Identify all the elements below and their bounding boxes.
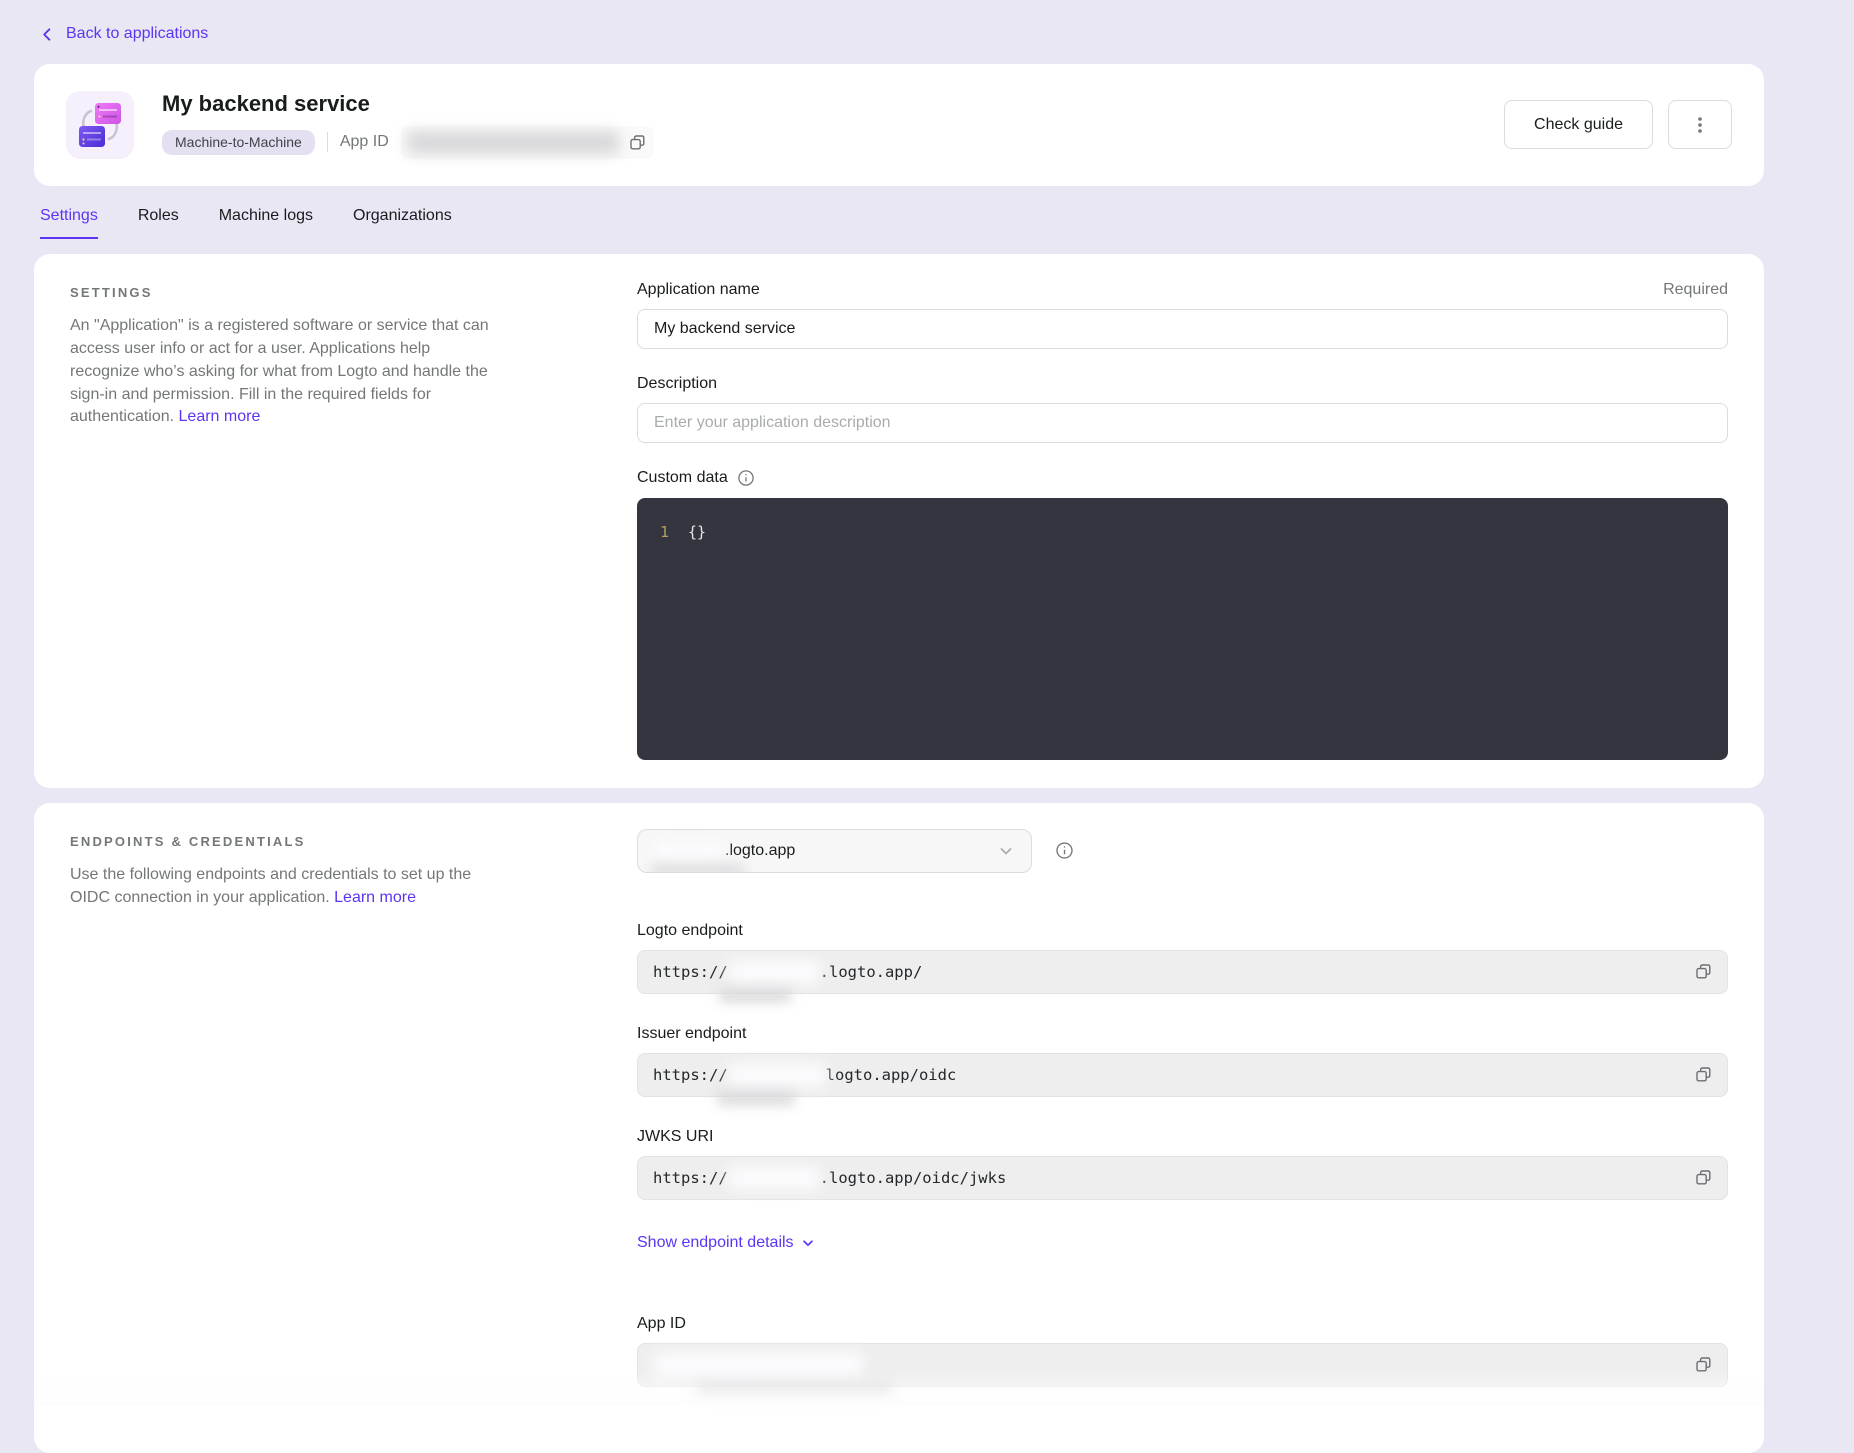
app-id-redacted-value: [407, 131, 619, 154]
logto-endpoint-row: Logto endpoint https:// .logto.app/: [637, 921, 1728, 994]
custom-data-row: Custom data 1 {}: [637, 468, 1728, 760]
issuer-endpoint-prefix: https://: [653, 1066, 728, 1084]
custom-data-code-editor[interactable]: 1 {}: [637, 498, 1728, 760]
tab-machine-logs[interactable]: Machine logs: [219, 207, 313, 239]
show-endpoint-details-link[interactable]: Show endpoint details: [637, 1234, 815, 1252]
endpoints-credentials-card: ENDPOINTS & CREDENTIALS Use the followin…: [34, 803, 1764, 1453]
header-actions: Check guide: [1504, 100, 1732, 149]
application-name-row: Application name Required: [637, 280, 1728, 349]
settings-card: SETTINGS An "Application" is a registere…: [34, 254, 1764, 788]
copy-icon[interactable]: [629, 134, 646, 151]
code-content: {}: [688, 522, 706, 542]
app-id-label: App ID: [340, 133, 389, 151]
chevron-down-icon: [801, 1236, 815, 1250]
description-input[interactable]: [637, 403, 1728, 443]
endpoints-form-column: .logto.app Logto endpoint: [637, 829, 1728, 1417]
issuer-endpoint-row: Issuer endpoint https:// logto.app/oidc: [637, 1024, 1728, 1097]
application-meta-row: Machine-to-Machine App ID: [162, 126, 654, 159]
endpoints-description-column: ENDPOINTS & CREDENTIALS Use the followin…: [70, 829, 490, 910]
jwks-uri-prefix: https://: [653, 1169, 728, 1187]
issuer-endpoint-redacted: [728, 1063, 826, 1087]
issuer-endpoint-label: Issuer endpoint: [637, 1025, 746, 1043]
jwks-uri-suffix: .logto.app/oidc/jwks: [820, 1169, 1007, 1187]
domain-select-row: .logto.app: [637, 829, 1728, 873]
application-name-label: Application name: [637, 281, 760, 299]
endpoints-section-title: ENDPOINTS & CREDENTIALS: [70, 834, 490, 849]
settings-form-column: Application name Required Description Cu…: [637, 280, 1728, 760]
issuer-endpoint-suffix: logto.app/oidc: [826, 1066, 957, 1084]
custom-data-label: Custom data: [637, 469, 728, 487]
logto-endpoint-redacted: [728, 960, 820, 984]
info-circle-icon[interactable]: [1055, 841, 1074, 860]
info-circle-icon[interactable]: [737, 469, 755, 487]
description-label: Description: [637, 375, 717, 393]
check-guide-button[interactable]: Check guide: [1504, 100, 1653, 149]
tab-roles[interactable]: Roles: [138, 207, 179, 239]
app-id-field: [637, 1343, 1728, 1387]
copy-icon[interactable]: [1695, 963, 1712, 980]
domain-select[interactable]: .logto.app: [637, 829, 1032, 873]
copy-icon[interactable]: [1695, 1169, 1712, 1186]
details-link-label: Show endpoint details: [637, 1234, 794, 1252]
application-header-info: My backend service Machine-to-Machine Ap…: [162, 91, 654, 159]
chevron-left-icon: [40, 27, 55, 42]
issuer-endpoint-field: https:// logto.app/oidc: [637, 1053, 1728, 1097]
domain-redacted-prefix: [655, 841, 723, 861]
description-row: Description: [637, 374, 1728, 443]
tab-bar: Settings Roles Machine logs Organization…: [40, 207, 1854, 239]
app-id-value-box: [401, 126, 654, 159]
logto-endpoint-suffix: .logto.app/: [820, 963, 923, 981]
application-title: My backend service: [162, 91, 654, 117]
settings-section-title: SETTINGS: [70, 285, 490, 300]
meta-divider: [327, 132, 328, 152]
tab-settings[interactable]: Settings: [40, 207, 98, 239]
application-header-card: My backend service Machine-to-Machine Ap…: [34, 64, 1764, 186]
copy-icon[interactable]: [1695, 1066, 1712, 1083]
back-link-label: Back to applications: [66, 25, 208, 43]
domain-select-value: .logto.app: [725, 842, 795, 860]
required-hint: Required: [1663, 281, 1728, 299]
more-actions-button[interactable]: [1668, 100, 1732, 149]
settings-description-text: An "Application" is a registered softwar…: [70, 317, 489, 426]
jwks-uri-redacted: [728, 1166, 820, 1190]
app-id-field-label: App ID: [637, 1315, 686, 1333]
jwks-uri-field: https:// .logto.app/oidc/jwks: [637, 1156, 1728, 1200]
logto-endpoint-prefix: https://: [653, 963, 728, 981]
logto-endpoint-field: https:// .logto.app/: [637, 950, 1728, 994]
settings-section-description: An "Application" is a registered softwar…: [70, 315, 490, 429]
application-name-input[interactable]: [637, 309, 1728, 349]
kebab-menu-icon: [1691, 115, 1709, 135]
back-to-applications-link[interactable]: Back to applications: [40, 25, 208, 43]
endpoints-section-description: Use the following endpoints and credenti…: [70, 864, 490, 910]
copy-icon[interactable]: [1695, 1356, 1712, 1373]
chevron-down-icon: [998, 843, 1014, 859]
jwks-uri-row: JWKS URI https:// .logto.app/oidc/jwks: [637, 1127, 1728, 1200]
app-id-redacted: [653, 1352, 863, 1378]
logto-endpoint-label: Logto endpoint: [637, 922, 743, 940]
application-detail-page: Back to applications: [0, 0, 1854, 1453]
code-line-number: 1: [660, 522, 688, 542]
settings-learn-more-link[interactable]: Learn more: [179, 408, 261, 425]
application-type-badge: Machine-to-Machine: [162, 130, 315, 155]
endpoints-learn-more-link[interactable]: Learn more: [334, 889, 416, 906]
app-id-row: App ID: [637, 1314, 1728, 1387]
tab-organizations[interactable]: Organizations: [353, 207, 452, 239]
settings-description-column: SETTINGS An "Application" is a registere…: [70, 280, 490, 429]
machine-to-machine-icon: [66, 91, 134, 159]
jwks-uri-label: JWKS URI: [637, 1128, 713, 1146]
